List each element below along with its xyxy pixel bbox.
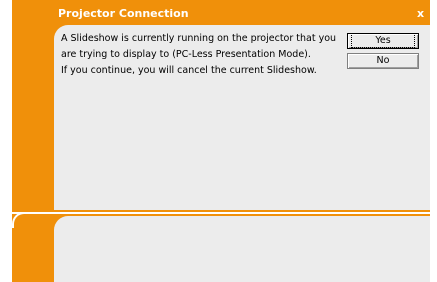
message-text: A Slideshow is currently running on the …: [61, 31, 341, 79]
divider-curve: [12, 212, 50, 228]
close-icon: x: [416, 7, 425, 20]
yes-button-label: Yes: [351, 33, 415, 48]
yes-button[interactable]: Yes: [347, 33, 419, 49]
no-button-label: No: [376, 55, 390, 66]
dialog-title: Projector Connection: [58, 7, 189, 20]
divider: [12, 212, 430, 214]
message-line: If you continue, you will cancel the cur…: [61, 65, 317, 76]
message-line: A Slideshow is currently running on the …: [61, 33, 337, 44]
message-line: are trying to display to (PC-Less Presen…: [61, 49, 311, 60]
close-button[interactable]: x: [415, 8, 426, 19]
bottom-panel: [54, 216, 430, 282]
title-bar: Projector Connection x: [12, 6, 430, 21]
no-button[interactable]: No: [347, 53, 419, 69]
